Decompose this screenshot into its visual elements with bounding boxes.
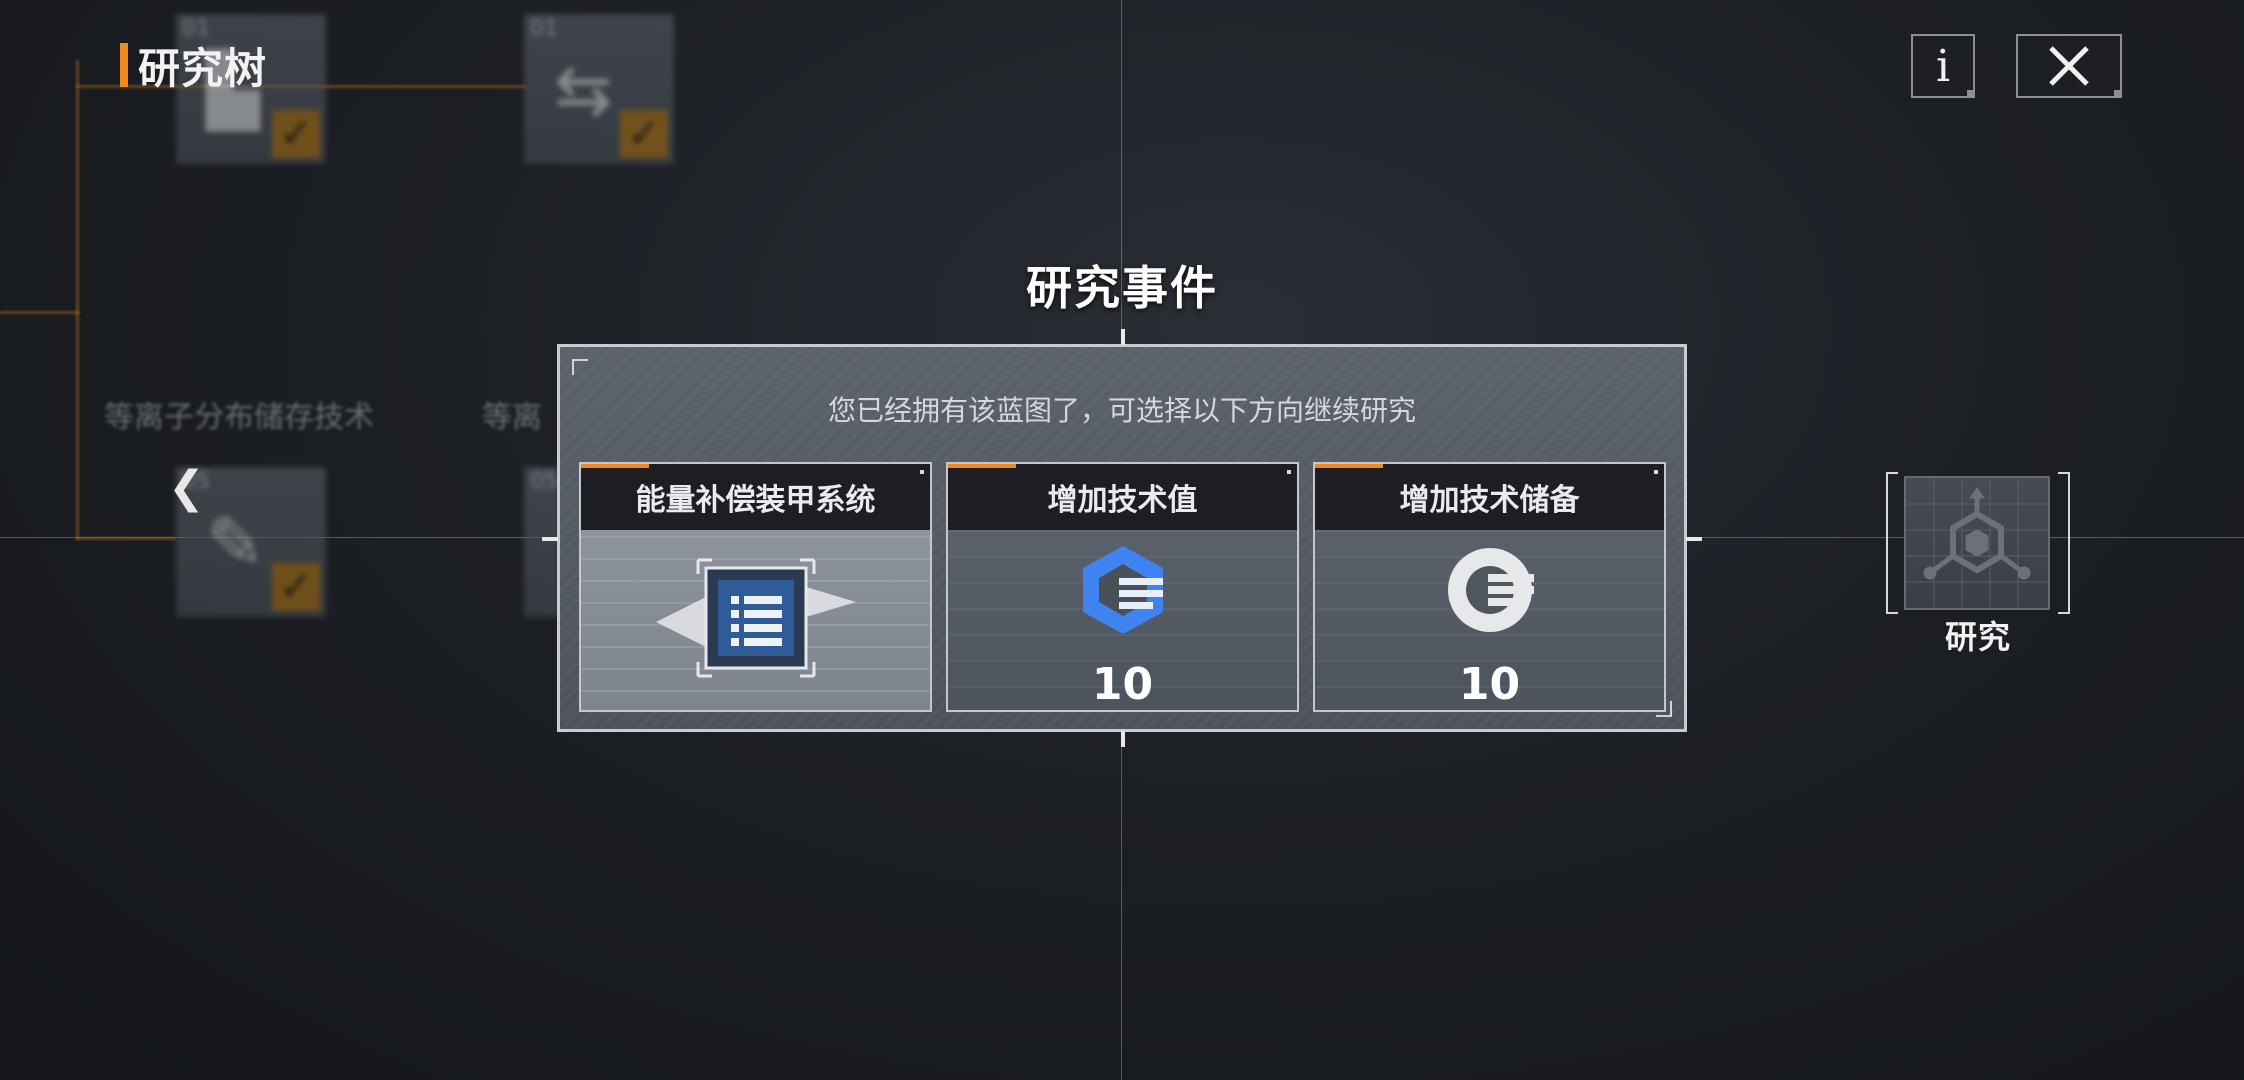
option-value: 10 [1091, 659, 1154, 710]
title-accent-bar [120, 43, 128, 87]
tree-node-completed: 01 ⇆ ✓ [524, 14, 674, 164]
panel-tick [1121, 329, 1125, 345]
option-card-body: 10 [1315, 530, 1664, 710]
card-dot [1287, 470, 1291, 474]
option-card-header: 增加技术储备 [1315, 464, 1664, 530]
panel-tick [542, 537, 558, 541]
pencil-icon: ✎ [206, 502, 265, 584]
tech-reserve-ring-icon [1447, 548, 1534, 632]
panel-tick [1686, 537, 1702, 541]
option-card-tech-reserve[interactable]: 增加技术储备 10 [1313, 462, 1666, 712]
node-bracket [2058, 472, 2070, 614]
card-dot [920, 470, 924, 474]
info-icon: i [1935, 40, 1951, 92]
option-card-header: 能量补偿装甲系统 [581, 464, 930, 530]
research-node-label: 研究 [1944, 618, 2011, 656]
option-label: 增加技术值 [1047, 483, 1198, 518]
event-title: 研究事件 [1026, 261, 1218, 315]
option-card-tech-value[interactable]: 增加技术值 10 [946, 462, 1299, 712]
card-accent [1315, 464, 1383, 468]
option-card-body: 10 [948, 530, 1297, 710]
close-icon [2049, 46, 2089, 86]
research-molecule-icon [1906, 478, 2048, 608]
panel-corner [572, 359, 588, 375]
node-number: 01 [530, 16, 558, 41]
panel-tick [1121, 731, 1125, 747]
option-card-body [581, 530, 930, 710]
card-accent [581, 464, 649, 468]
option-value: 10 [1458, 659, 1521, 710]
back-arrow-icon[interactable]: ❮ [168, 462, 205, 513]
event-subtitle: 您已经拥有该蓝图了，可选择以下方向继续研究 [827, 394, 1416, 427]
research-node[interactable] [1886, 468, 2070, 618]
page-title: 研究树 [120, 40, 267, 93]
corner-mark [1967, 90, 1975, 98]
research-node-frame [1904, 476, 2050, 610]
check-icon: ✓ [272, 110, 320, 158]
option-card-armor-system[interactable]: 能量补偿装甲系统 [579, 462, 932, 712]
blueprint-list-icon [655, 558, 856, 678]
corner-mark [2114, 90, 2122, 98]
node-number: 05 [530, 469, 558, 494]
check-icon: ✓ [620, 110, 668, 158]
tree-node-label: 等离子分布储存技术 [104, 400, 374, 435]
info-button[interactable]: i [1911, 34, 1975, 98]
event-panel: 您已经拥有该蓝图了，可选择以下方向继续研究 能量补偿装甲系统 增加技术值 10 … [542, 329, 1702, 747]
card-dot [1654, 470, 1658, 474]
tree-connector-line [76, 537, 176, 540]
tree-node-label: 等离 [482, 400, 542, 435]
tree-node-partial: 05 [524, 467, 560, 617]
exchange-icon: ⇆ [554, 49, 613, 131]
check-icon: ✓ [272, 563, 320, 611]
node-bracket [1886, 472, 1898, 614]
close-button[interactable] [2016, 34, 2122, 98]
tech-value-hex-icon [1082, 546, 1163, 634]
option-label: 增加技术储备 [1399, 483, 1580, 518]
option-card-header: 增加技术值 [948, 464, 1297, 530]
page-title-text: 研究树 [138, 43, 268, 93]
option-label: 能量补偿装甲系统 [635, 483, 876, 518]
card-accent [948, 464, 1016, 468]
